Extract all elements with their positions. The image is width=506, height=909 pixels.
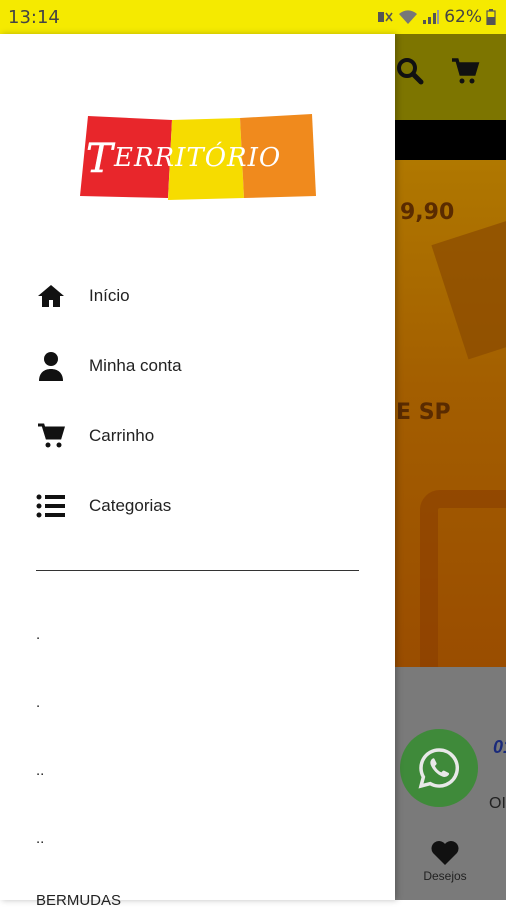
status-bar: 13:14 62% — [0, 0, 506, 34]
menu-item-inicio[interactable]: Início — [0, 271, 395, 321]
whatsapp-icon — [418, 748, 460, 789]
banner-price: 9,90 — [400, 200, 455, 225]
menu-item-minha-conta[interactable]: Minha conta — [0, 341, 395, 391]
category-item[interactable]: .. — [36, 762, 44, 779]
menu-item-categorias[interactable]: Categorias — [0, 481, 395, 531]
person-icon — [36, 351, 66, 381]
wifi-icon — [399, 10, 418, 24]
signal-icon — [423, 10, 440, 24]
category-item[interactable]: BERMUDAS — [36, 892, 121, 909]
territorio-logo[interactable]: T ERRITÓRIO — [80, 110, 316, 204]
cart-icon[interactable] — [450, 56, 484, 90]
battery-percent: 62% — [444, 7, 482, 27]
category-item[interactable]: .. — [36, 830, 44, 847]
home-icon — [36, 281, 66, 311]
menu-item-label: Categorias — [89, 496, 172, 515]
search-icon[interactable] — [395, 56, 429, 90]
navigation-drawer: T ERRITÓRIO Início Minha conta Carrinho … — [0, 34, 395, 909]
wishlist-label: Desejos — [423, 869, 467, 883]
banner-text: E SP — [396, 400, 451, 425]
status-time: 13:14 — [8, 6, 60, 28]
banner-box-graphic — [431, 220, 506, 360]
menu-item-label: Início — [89, 286, 130, 305]
battery-icon — [486, 9, 496, 25]
whatsapp-button[interactable] — [400, 729, 478, 807]
banner-shape-graphic — [420, 490, 506, 667]
list-icon — [36, 491, 66, 521]
menu-item-label: Carrinho — [89, 426, 155, 445]
heart-icon — [431, 841, 459, 865]
mute-vibrate-icon — [378, 12, 393, 22]
product-text: OI — [489, 795, 506, 812]
category-item[interactable]: . — [36, 694, 40, 711]
menu-item-label: Minha conta — [89, 356, 182, 375]
status-icons: 62% — [376, 7, 496, 27]
cart-icon — [36, 421, 66, 451]
product-title[interactable]: 01 — [493, 737, 506, 758]
menu-item-carrinho[interactable]: Carrinho — [0, 411, 395, 461]
svg-text:T: T — [86, 136, 116, 182]
wishlist-tab[interactable]: Desejos — [410, 840, 480, 883]
divider — [36, 570, 359, 571]
svg-text:ERRITÓRIO: ERRITÓRIO — [113, 141, 281, 173]
category-item[interactable]: . — [36, 626, 40, 643]
